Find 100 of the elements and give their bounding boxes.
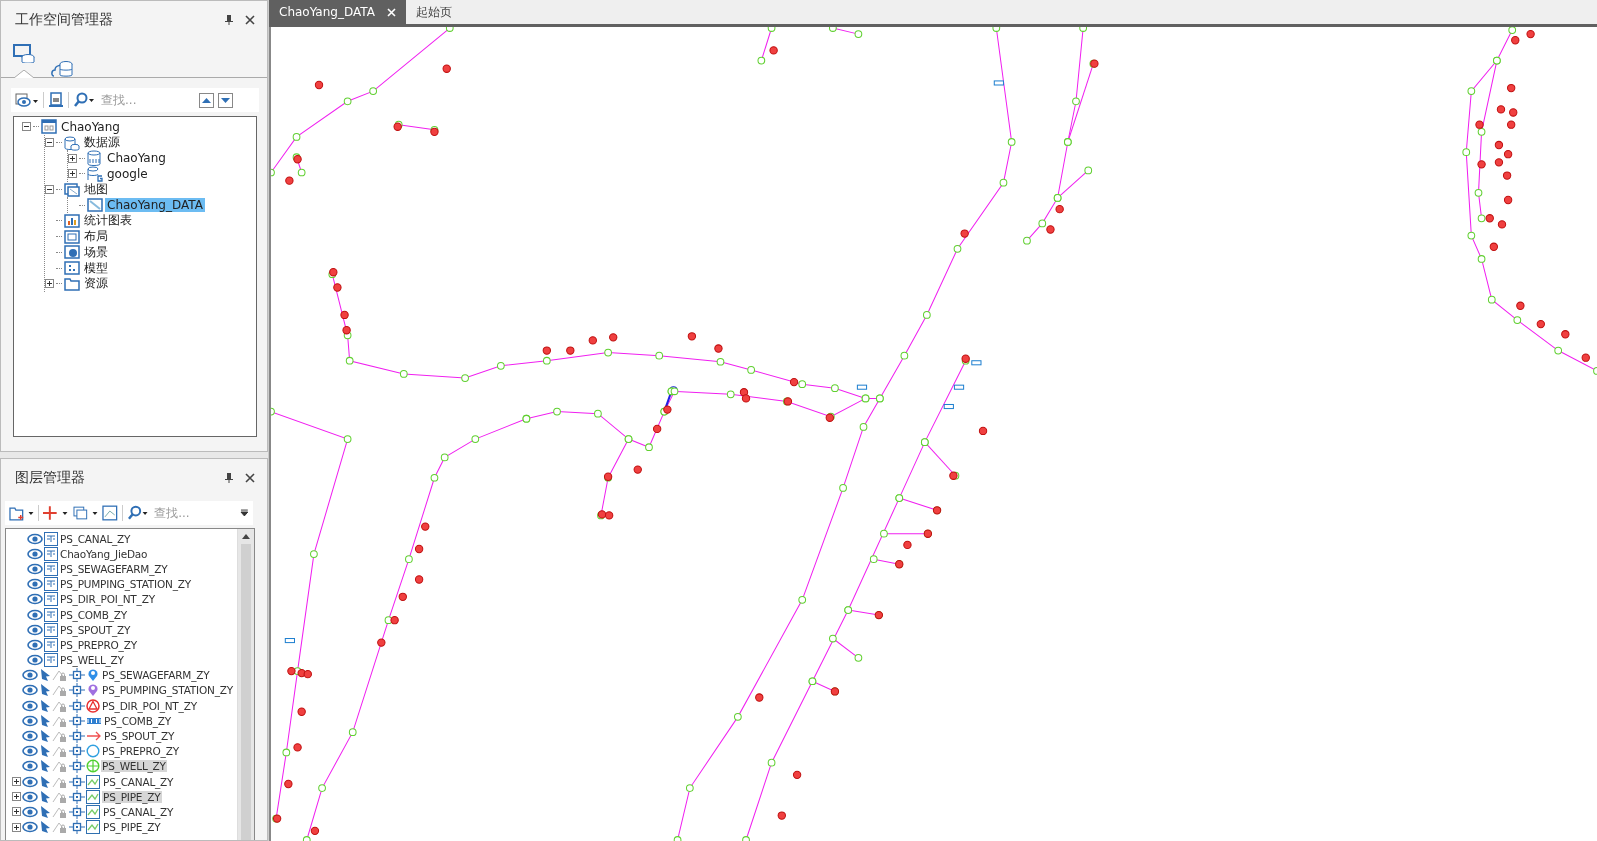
expand-icon[interactable] xyxy=(68,153,77,163)
layer-item[interactable]: PS_SPOUT_ZY xyxy=(103,730,176,743)
collapse-icon[interactable] xyxy=(45,185,54,195)
new-folder-icon[interactable] xyxy=(9,505,35,521)
cursor-icon[interactable] xyxy=(39,729,51,744)
expand-icon[interactable] xyxy=(45,279,54,289)
tree-item[interactable]: ChaoYang xyxy=(105,151,168,166)
snap-icon[interactable] xyxy=(69,774,85,789)
eye-icon[interactable] xyxy=(27,577,43,592)
cloud-database-icon[interactable] xyxy=(51,58,73,78)
snap-icon[interactable] xyxy=(69,759,85,774)
eye-icon[interactable] xyxy=(27,653,43,668)
layer-item[interactable]: PS_PREPRO_ZY xyxy=(101,745,180,758)
eye-icon[interactable] xyxy=(27,546,43,561)
snap-icon[interactable] xyxy=(69,789,85,804)
tree-item[interactable]: google xyxy=(105,166,150,181)
layer-item[interactable]: PS_CANAL_ZY xyxy=(102,805,175,818)
map-frame-icon[interactable] xyxy=(102,505,118,521)
tree-item[interactable]: 数据源 xyxy=(82,134,122,152)
tree-item[interactable]: 资源 xyxy=(82,275,110,293)
tree-item[interactable]: 布局 xyxy=(82,228,110,246)
tree-item[interactable]: 地图 xyxy=(82,181,110,199)
expand-icon[interactable] xyxy=(12,822,21,832)
cursor-icon[interactable] xyxy=(39,759,51,774)
expand-icon[interactable] xyxy=(12,777,21,787)
cursor-icon[interactable] xyxy=(39,698,51,713)
snap-icon[interactable] xyxy=(69,820,85,835)
eye-icon[interactable] xyxy=(22,729,38,744)
snap-icon[interactable] xyxy=(69,713,85,728)
cursor-icon[interactable] xyxy=(39,804,51,819)
layer-item[interactable]: PS_SEWAGEFARM_ZY xyxy=(59,562,169,575)
layer-item[interactable]: PS_SEWAGEFARM_ZY xyxy=(101,669,211,682)
eye-icon[interactable] xyxy=(27,531,43,546)
document-tab[interactable]: 起始页 xyxy=(405,0,462,24)
layer-item[interactable]: PS_PUMPING_STATION_ZY xyxy=(59,578,192,591)
close-icon[interactable] xyxy=(245,473,255,483)
cursor-icon[interactable] xyxy=(39,774,51,789)
pin-icon[interactable] xyxy=(225,473,233,483)
document-icon[interactable] xyxy=(48,92,64,108)
cursor-icon[interactable] xyxy=(39,789,51,804)
search-icon[interactable] xyxy=(126,505,149,521)
layer-item[interactable]: PS_DIR_POI_NT_ZY xyxy=(101,699,198,712)
tree-item[interactable]: ChaoYang_DATA xyxy=(105,198,205,213)
scroll-up-arrow-icon[interactable] xyxy=(242,534,250,539)
eye-icon[interactable] xyxy=(22,668,38,683)
cursor-icon[interactable] xyxy=(39,744,51,759)
layer-item[interactable]: PS_PUMPING_STATION_ZY xyxy=(101,684,234,697)
snap-icon[interactable] xyxy=(69,698,85,713)
eye-icon[interactable] xyxy=(22,759,38,774)
tree-item[interactable]: 统计图表 xyxy=(82,212,134,230)
layer-item[interactable]: PS_CANAL_ZY xyxy=(59,532,132,545)
layer-item[interactable]: PS_COMB_ZY xyxy=(59,608,128,621)
eye-icon[interactable] xyxy=(22,804,38,819)
pin-icon[interactable] xyxy=(225,15,233,25)
search-field[interactable]: 查找... xyxy=(152,506,237,520)
expand-icon[interactable] xyxy=(12,792,21,802)
add-icon[interactable] xyxy=(43,505,69,521)
close-icon[interactable] xyxy=(245,15,255,25)
eye-icon[interactable] xyxy=(22,744,38,759)
layer-item[interactable]: PS_DIR_POI_NT_ZY xyxy=(59,593,156,606)
tree-item[interactable]: ChaoYang xyxy=(59,119,122,134)
eye-icon[interactable] xyxy=(27,607,43,622)
expand-icon[interactable] xyxy=(12,807,21,817)
eye-icon[interactable] xyxy=(22,774,38,789)
overflow-icon[interactable] xyxy=(240,508,249,518)
layer-item[interactable]: PS_PIPE_ZY xyxy=(102,790,162,803)
expand-icon[interactable] xyxy=(68,169,77,179)
snap-icon[interactable] xyxy=(69,744,85,759)
layer-item[interactable]: PS_CANAL_ZY xyxy=(102,775,175,788)
eye-icon[interactable] xyxy=(27,592,43,607)
collapse-icon[interactable] xyxy=(22,122,31,132)
scrollbar[interactable] xyxy=(237,529,254,840)
computer-database-icon[interactable] xyxy=(13,43,35,63)
layer-item[interactable]: PS_COMB_ZY xyxy=(103,714,172,727)
cursor-icon[interactable] xyxy=(39,820,51,835)
tree-item[interactable]: 模型 xyxy=(82,259,110,277)
layer-item[interactable]: PS_WELL_ZY xyxy=(59,654,125,667)
snap-icon[interactable] xyxy=(69,729,85,744)
layer-item[interactable]: PS_SPOUT_ZY xyxy=(59,623,132,636)
cursor-icon[interactable] xyxy=(39,683,51,698)
eye-icon[interactable] xyxy=(22,713,38,728)
snap-icon[interactable] xyxy=(69,668,85,683)
eye-icon[interactable] xyxy=(22,789,38,804)
collapse-icon[interactable] xyxy=(45,138,54,148)
snap-icon[interactable] xyxy=(69,683,85,698)
document-tab[interactable]: ChaoYang_DATA xyxy=(269,0,406,24)
cursor-icon[interactable] xyxy=(39,668,51,683)
layer-item[interactable]: ChaoYang_JieDao xyxy=(59,547,149,560)
eye-icon[interactable] xyxy=(27,622,43,637)
eye-icon[interactable] xyxy=(22,698,38,713)
tree-item[interactable]: 场景 xyxy=(82,243,110,261)
layer-item[interactable]: PS_PREPRO_ZY xyxy=(59,638,138,651)
layers-icon[interactable] xyxy=(72,505,99,521)
eye-icon[interactable] xyxy=(27,637,43,652)
snap-icon[interactable] xyxy=(69,804,85,819)
search-icon[interactable] xyxy=(73,92,95,108)
cursor-icon[interactable] xyxy=(39,713,51,728)
eye-icon[interactable] xyxy=(22,820,38,835)
eye-icon[interactable] xyxy=(22,683,38,698)
eye-dropdown-icon[interactable] xyxy=(15,92,39,108)
